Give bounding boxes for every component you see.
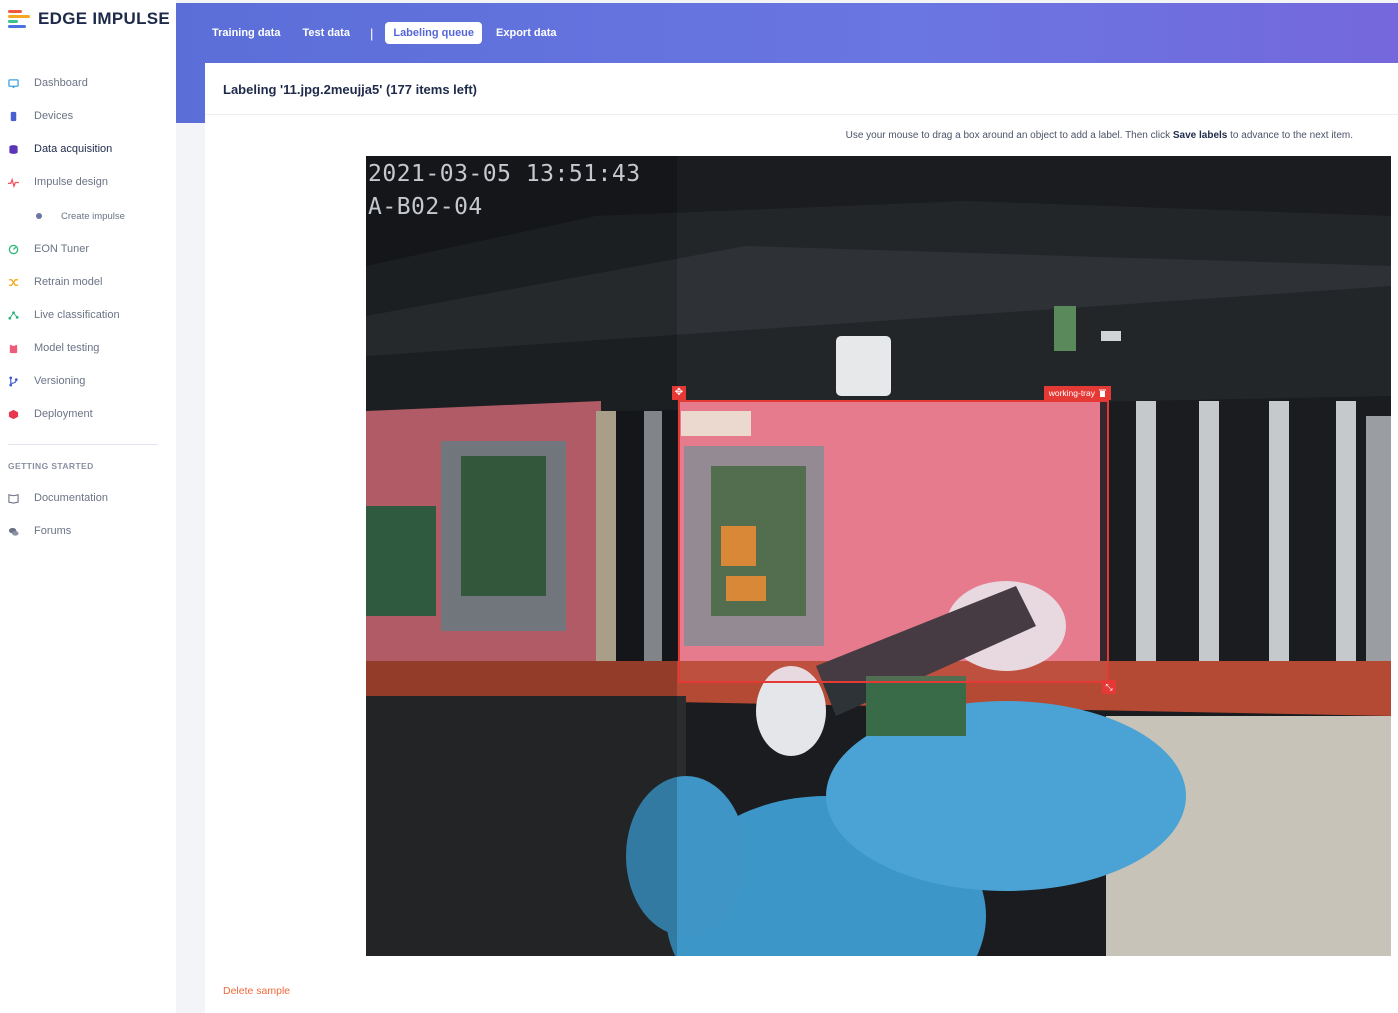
sidebar-item-live-classification[interactable]: Live classification <box>0 304 176 326</box>
tab-labeling-queue[interactable]: Labeling queue <box>385 22 483 44</box>
sidebar-item-label: Live classification <box>34 309 120 321</box>
bounding-box-label[interactable]: working-tray <box>1043 386 1111 400</box>
sidebar-item-devices[interactable]: Devices <box>0 105 176 127</box>
sidebar-item-label: Versioning <box>34 375 86 387</box>
labeling-image-canvas[interactable]: 2021-03-05 13:51:43 A-B02-04 ✥ working-t… <box>366 156 1391 956</box>
database-icon <box>9 144 18 154</box>
dot-icon <box>36 213 42 219</box>
tab-export-data[interactable]: Export data <box>488 22 565 44</box>
sidebar-link-forums[interactable]: Forums <box>0 520 176 542</box>
sidebar-item-label: EON Tuner <box>34 243 90 255</box>
image-timestamp-overlay: 2021-03-05 13:51:43 A-B02-04 <box>368 161 641 220</box>
tab-separator: | <box>369 25 374 41</box>
chat-icon <box>8 527 19 536</box>
graph-icon <box>8 310 19 320</box>
sidebar-item-label: Deployment <box>34 408 93 420</box>
sidebar-item-versioning[interactable]: Versioning <box>0 370 176 392</box>
sidebar-item-label: Data acquisition <box>34 143 113 155</box>
sidebar-item-label: Dashboard <box>34 77 88 89</box>
labeling-title: Labeling '11.jpg.2meujja5' (177 items le… <box>223 82 477 97</box>
save-labels-emphasis: Save labels <box>1172 130 1228 141</box>
sidebar-item-model-testing[interactable]: Model testing <box>0 337 176 359</box>
tab-test-data[interactable]: Test data <box>294 22 357 44</box>
pulse-icon <box>8 177 19 188</box>
sidebar-item-impulse-design[interactable]: Impulse design <box>0 171 176 193</box>
cube-icon <box>8 409 19 419</box>
move-icon[interactable]: ✥ <box>672 386 686 400</box>
sidebar: EDGE IMPULSE Dashboard Devices Data acqu… <box>0 0 176 1013</box>
delete-sample-link[interactable]: Delete sample <box>223 985 290 997</box>
bounding-box-working-tray[interactable]: ✥ working-tray ⤡ <box>672 386 1116 694</box>
sidebar-item-dashboard[interactable]: Dashboard <box>0 72 176 94</box>
sidebar-item-label: Retrain model <box>34 276 103 288</box>
sidebar-item-create-impulse[interactable]: Create impulse <box>0 205 176 227</box>
card-divider <box>205 114 1398 115</box>
tuner-icon <box>8 244 19 254</box>
device-icon <box>10 111 17 121</box>
data-tabs: Training data Test data | Labeling queue… <box>204 22 565 44</box>
sidebar-divider <box>8 444 158 445</box>
sidebar-link-label: Documentation <box>34 492 108 504</box>
brand-name: EDGE IMPULSE <box>38 9 171 28</box>
tab-training-data[interactable]: Training data <box>204 22 288 44</box>
monitor-icon <box>8 78 19 88</box>
edge-impulse-logo-icon <box>8 10 30 28</box>
sidebar-item-retrain-model[interactable]: Retrain model <box>0 271 176 293</box>
clipboard-icon <box>9 343 18 353</box>
sidebar-link-label: Forums <box>34 525 72 537</box>
sidebar-link-documentation[interactable]: Documentation <box>0 487 176 509</box>
sidebar-item-data-acquisition[interactable]: Data acquisition <box>0 138 176 160</box>
section-title-getting-started: GETTING STARTED <box>8 461 94 471</box>
shuffle-icon <box>8 278 19 286</box>
sidebar-item-label: Create impulse <box>61 210 125 222</box>
resize-handle-icon[interactable]: ⤡ <box>1102 680 1116 694</box>
branch-icon <box>9 375 18 387</box>
sidebar-item-deployment[interactable]: Deployment <box>0 403 176 425</box>
sidebar-item-label: Impulse design <box>34 176 108 188</box>
sidebar-item-label: Devices <box>34 110 74 122</box>
sidebar-item-eon-tuner[interactable]: EON Tuner <box>0 238 176 260</box>
sidebar-item-label: Model testing <box>34 342 100 354</box>
brand[interactable]: EDGE IMPULSE <box>8 9 170 29</box>
labeling-hint: Use your mouse to drag a box around an o… <box>845 130 1353 141</box>
trash-icon[interactable] <box>1099 389 1106 397</box>
book-icon <box>8 493 19 504</box>
